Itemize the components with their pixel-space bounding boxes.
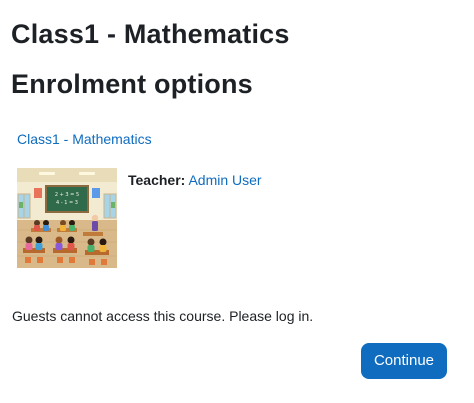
- continue-button[interactable]: Continue: [361, 343, 447, 379]
- chalkboard-text-line2: 4 - 1 = 3: [56, 200, 78, 206]
- course-image[interactable]: 2 + 3 = 5 4 - 1 = 3: [17, 168, 117, 268]
- teacher-label: Teacher:: [128, 172, 186, 188]
- page-title: Class1 - Mathematics: [11, 19, 290, 49]
- teacher-name-link[interactable]: Admin User: [188, 172, 261, 188]
- enrolment-options-heading: Enrolment options: [11, 69, 253, 99]
- course-name-link[interactable]: Class1 - Mathematics: [17, 130, 152, 148]
- chalkboard-text-line1: 2 + 3 = 5: [55, 192, 79, 198]
- classroom-illustration-icon: 2 + 3 = 5 4 - 1 = 3: [17, 168, 117, 268]
- teacher-info: Teacher: Admin User: [128, 171, 262, 189]
- guest-access-message: Guests cannot access this course. Please…: [12, 308, 314, 324]
